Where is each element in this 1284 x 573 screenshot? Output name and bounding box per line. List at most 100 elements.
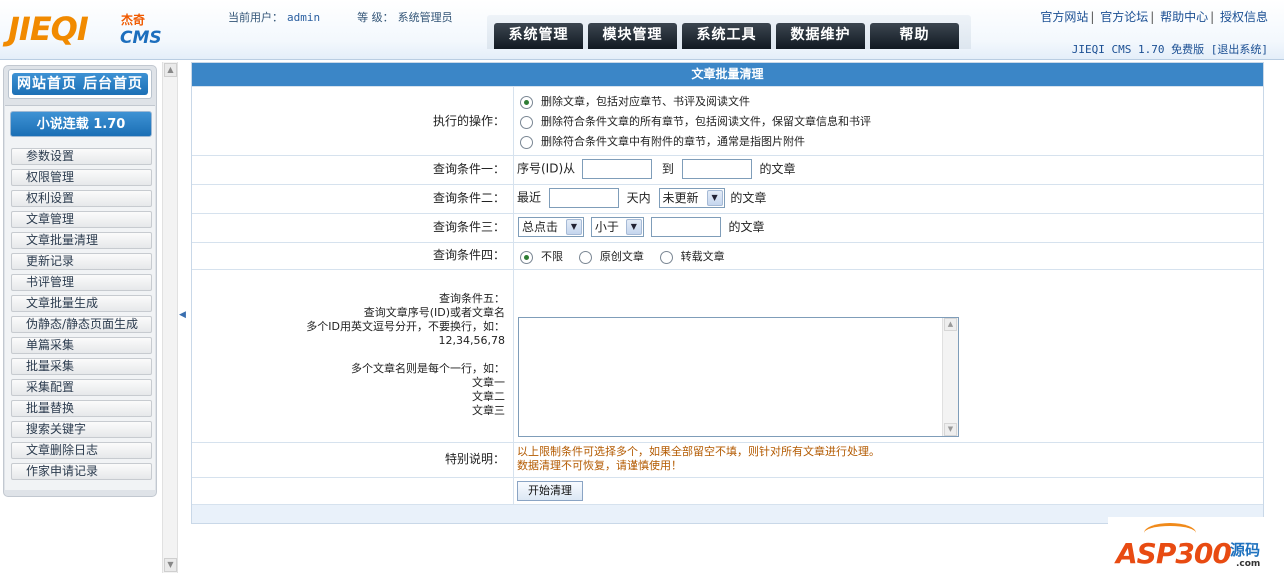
type-reprint-option[interactable]: 转载文章 — [659, 250, 725, 264]
scroll-up-icon[interactable]: ▲ — [164, 63, 177, 77]
condition-3-label: 查询条件三： — [192, 214, 514, 242]
operation-option-2[interactable]: 删除符合条件文章的所有章节，包括阅读文件，保留文章信息和书评 — [520, 112, 1263, 132]
sidebar-item-batch-replace[interactable]: 批量替换 — [11, 400, 152, 417]
radio-icon[interactable] — [520, 135, 533, 149]
link-official-site[interactable]: 官方网站 — [1040, 10, 1088, 24]
note-row: 特别说明： 以上限制条件可选择多个，如果全部留空不填，则针对所有文章进行处理。 … — [192, 442, 1263, 477]
sidebar-item-author-apply[interactable]: 作家申请记录 — [11, 463, 152, 480]
condition-2-row: 查询条件二： 最近 天内 未更新 ▼ 的文章 — [192, 184, 1263, 213]
sidebar-item-article-manage[interactable]: 文章管理 — [11, 211, 152, 228]
batch-clean-form: 文章批量清理 执行的操作： 删除文章，包括对应章节、书评及阅读文件 删除符合条件… — [191, 62, 1264, 524]
start-clean-button[interactable]: 开始清理 — [517, 481, 583, 501]
sidebar-item-permissions[interactable]: 权限管理 — [11, 169, 152, 186]
submit-row: 开始清理 — [192, 477, 1263, 504]
top-header: JIEQI 杰奇 CMS 当前用户： admin 等 级： 系统管理员 系统管理 模… — [0, 0, 1284, 60]
user-value: admin — [287, 11, 321, 24]
ids-or-names-textarea[interactable]: ▲ ▼ — [518, 317, 959, 437]
condition-5-hint-2: 多个ID用英文逗号分开，不要换行，如： — [306, 320, 505, 333]
sidebar-item-update-log[interactable]: 更新记录 — [11, 253, 152, 270]
condition-4-fields: 不限 原创文章 转载文章 — [515, 243, 1263, 269]
logout-link[interactable]: [退出系统] — [1211, 43, 1268, 56]
condition-2-suffix: 的文章 — [730, 190, 767, 205]
type-any-label: 不限 — [541, 250, 563, 263]
condition-3-suffix: 的文章 — [728, 219, 765, 234]
operation-option-2-label: 删除符合条件文章的所有章节，包括阅读文件，保留文章信息和书评 — [541, 115, 871, 128]
condition-1-row: 查询条件一： 序号(ID)从 到 的文章 — [192, 155, 1263, 184]
condition-5-hint-3: 多个文章名则是每个一行，如： — [351, 362, 505, 375]
link-help-center[interactable]: 帮助中心 — [1160, 10, 1208, 24]
version-text: JIEQI CMS 1.70 免费版 — [1071, 43, 1205, 56]
id-from-input[interactable] — [581, 159, 652, 179]
type-reprint-label: 转载文章 — [680, 250, 725, 263]
type-original-label: 原创文章 — [599, 250, 644, 263]
radio-icon[interactable] — [520, 115, 533, 129]
chevron-down-icon[interactable]: ▼ — [566, 219, 582, 235]
textarea-scrollbar[interactable]: ▲ ▼ — [942, 318, 958, 436]
operation-option-1-label: 删除文章，包括对应章节、书评及阅读文件 — [541, 95, 750, 108]
days-input[interactable] — [548, 188, 619, 208]
tab-system-tools[interactable]: 系统工具 — [682, 23, 771, 49]
sidebar-item-param-settings[interactable]: 参数设置 — [11, 148, 152, 165]
condition-5-spacer — [192, 348, 505, 362]
form-footer — [192, 504, 1263, 523]
sidebar-item-batch-generate[interactable]: 文章批量生成 — [11, 295, 152, 312]
condition-5-row: 查询条件五： 查询文章序号(ID)或者文章名 多个ID用英文逗号分开，不要换行，… — [192, 269, 1263, 442]
sidebar-item-rights[interactable]: 权利设置 — [11, 190, 152, 207]
admin-home-link[interactable]: 后台首页 — [83, 76, 143, 92]
sidebar-item-collect-config[interactable]: 采集配置 — [11, 379, 152, 396]
link-official-forum[interactable]: 官方论坛 — [1100, 10, 1148, 24]
submit-cell: 开始清理 — [515, 478, 1263, 504]
operation-option-1[interactable]: 删除文章，包括对应章节、书评及阅读文件 — [520, 92, 1263, 112]
sidebar-item-static-pages[interactable]: 伪静态/静态页面生成 — [11, 316, 152, 333]
collapse-sidebar-icon[interactable]: ◀ — [179, 310, 186, 320]
condition-3-fields: 总点击 ▼ 小于 ▼ 的文章 — [515, 214, 1263, 242]
recent-label: 最近 — [517, 190, 542, 205]
stat-field-select[interactable]: 总点击 ▼ — [518, 217, 584, 237]
condition-5-label: 查询条件五： 查询文章序号(ID)或者文章名 多个ID用英文逗号分开，不要换行，… — [192, 270, 514, 442]
compare-value: 小于 — [594, 220, 619, 234]
sidebar-item-batch-clean[interactable]: 文章批量清理 — [11, 232, 152, 249]
version-info: JIEQI CMS 1.70 免费版 [退出系统] — [1072, 41, 1268, 57]
update-status-select[interactable]: 未更新 ▼ — [658, 188, 725, 208]
jieqi-logo[interactable]: JIEQI 杰奇 CMS — [8, 8, 168, 52]
operation-label: 执行的操作： — [192, 87, 514, 155]
condition-2-label: 查询条件二： — [192, 185, 514, 213]
submit-label-cell — [192, 478, 514, 504]
sidebar-item-delete-log[interactable]: 文章删除日志 — [11, 442, 152, 459]
scroll-down-icon[interactable]: ▼ — [944, 423, 957, 436]
radio-icon[interactable] — [578, 250, 592, 264]
type-original-option[interactable]: 原创文章 — [578, 250, 644, 264]
condition-5-hint-1: 查询文章序号(ID)或者文章名 — [363, 306, 505, 319]
operation-option-3[interactable]: 删除符合条件文章中有附件的章节，通常是指图片附件 — [520, 132, 1263, 152]
tab-data-maintenance[interactable]: 数据维护 — [776, 23, 865, 49]
link-license-info[interactable]: 授权信息 — [1220, 10, 1268, 24]
user-label: 当前用户： — [228, 11, 283, 24]
condition-4-row: 查询条件四： 不限 原创文章 转载文章 — [192, 242, 1263, 269]
chevron-down-icon[interactable]: ▼ — [625, 219, 642, 235]
sidebar-item-review-manage[interactable]: 书评管理 — [11, 274, 152, 291]
sidebar-scrollbar[interactable]: ▲ ▼ — [162, 62, 178, 573]
radio-icon[interactable] — [520, 95, 533, 109]
site-home-link[interactable]: 网站首页 — [17, 76, 77, 92]
compare-select[interactable]: 小于 ▼ — [590, 217, 644, 237]
tab-system-manage[interactable]: 系统管理 — [494, 23, 583, 49]
sidebar-module-title[interactable]: 小说连载 1.70 — [10, 111, 152, 137]
tab-help[interactable]: 帮助 — [870, 23, 959, 49]
sidebar-item-single-collect[interactable]: 单篇采集 — [11, 337, 152, 354]
type-any-option[interactable]: 不限 — [520, 250, 563, 264]
note-line-2: 数据清理不可恢复，请谨慎使用！ — [517, 459, 682, 472]
stat-value-input[interactable] — [650, 217, 721, 237]
radio-icon[interactable] — [659, 250, 673, 264]
id-to-input[interactable] — [681, 159, 752, 179]
watermark-domain: .com — [1236, 559, 1261, 569]
scroll-down-icon[interactable]: ▼ — [164, 558, 177, 572]
tab-module-manage[interactable]: 模块管理 — [588, 23, 677, 49]
sidebar-item-batch-collect[interactable]: 批量采集 — [11, 358, 152, 375]
sidebar-item-search-keywords[interactable]: 搜索关键字 — [11, 421, 152, 438]
chevron-down-icon[interactable]: ▼ — [706, 190, 723, 206]
level-label: 等 级： — [357, 11, 394, 24]
radio-icon[interactable] — [520, 250, 533, 264]
condition-5-example-ids: 12,34,56,78 — [438, 334, 505, 347]
level-value: 系统管理员 — [397, 11, 453, 24]
scroll-up-icon[interactable]: ▲ — [944, 318, 957, 331]
